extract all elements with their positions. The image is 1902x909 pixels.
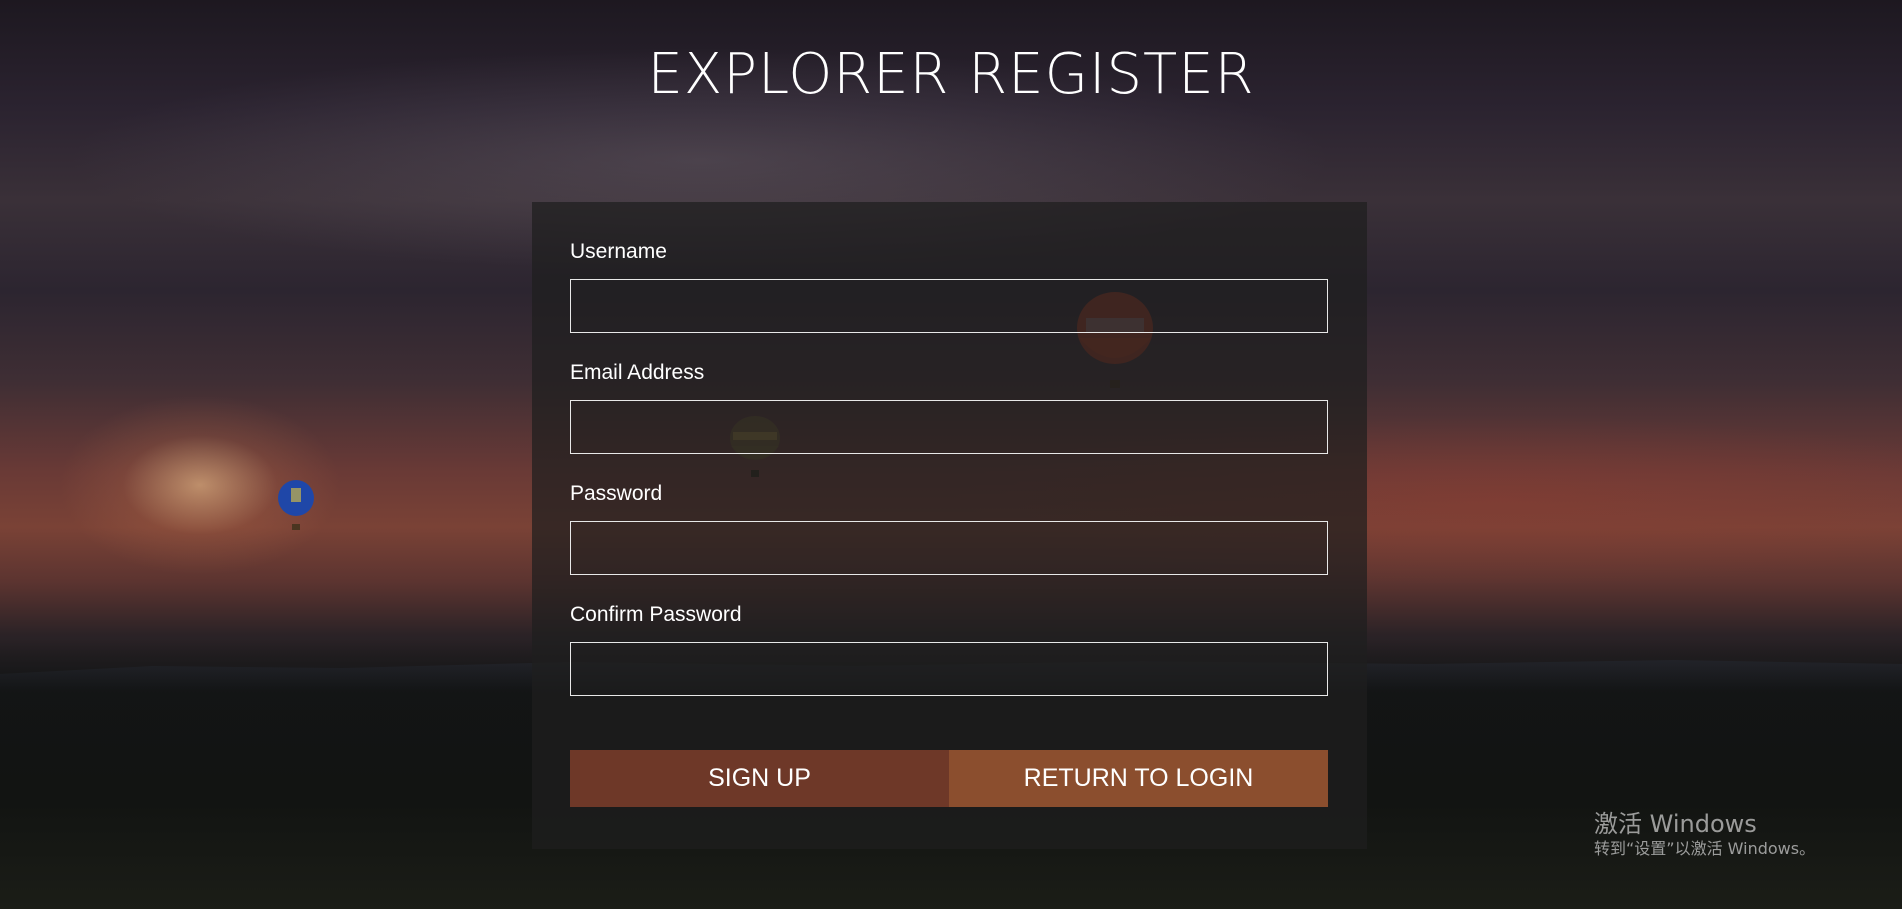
password-input[interactable] bbox=[570, 521, 1328, 575]
email-input[interactable] bbox=[570, 400, 1328, 454]
confirm-password-input[interactable] bbox=[570, 642, 1328, 696]
email-label: Email Address bbox=[570, 361, 705, 384]
username-label: Username bbox=[570, 240, 667, 263]
register-form-panel: Username Email Address Password Confirm … bbox=[532, 202, 1367, 849]
hot-air-balloon-icon bbox=[278, 480, 314, 530]
return-to-login-button[interactable]: RETURN TO LOGIN bbox=[949, 750, 1328, 807]
username-input[interactable] bbox=[570, 279, 1328, 333]
password-label: Password bbox=[570, 482, 663, 505]
windows-activation-watermark: 激活 Windows 转到“设置”以激活 Windows。 bbox=[1594, 810, 1815, 860]
watermark-title: 激活 Windows bbox=[1594, 810, 1757, 838]
watermark-subtitle: 转到“设置”以激活 Windows。 bbox=[1594, 839, 1816, 858]
sign-up-button[interactable]: SIGN UP bbox=[570, 750, 949, 807]
page-title: EXPLORER REGISTER bbox=[647, 42, 1255, 107]
confirm-password-label: Confirm Password bbox=[570, 603, 742, 626]
